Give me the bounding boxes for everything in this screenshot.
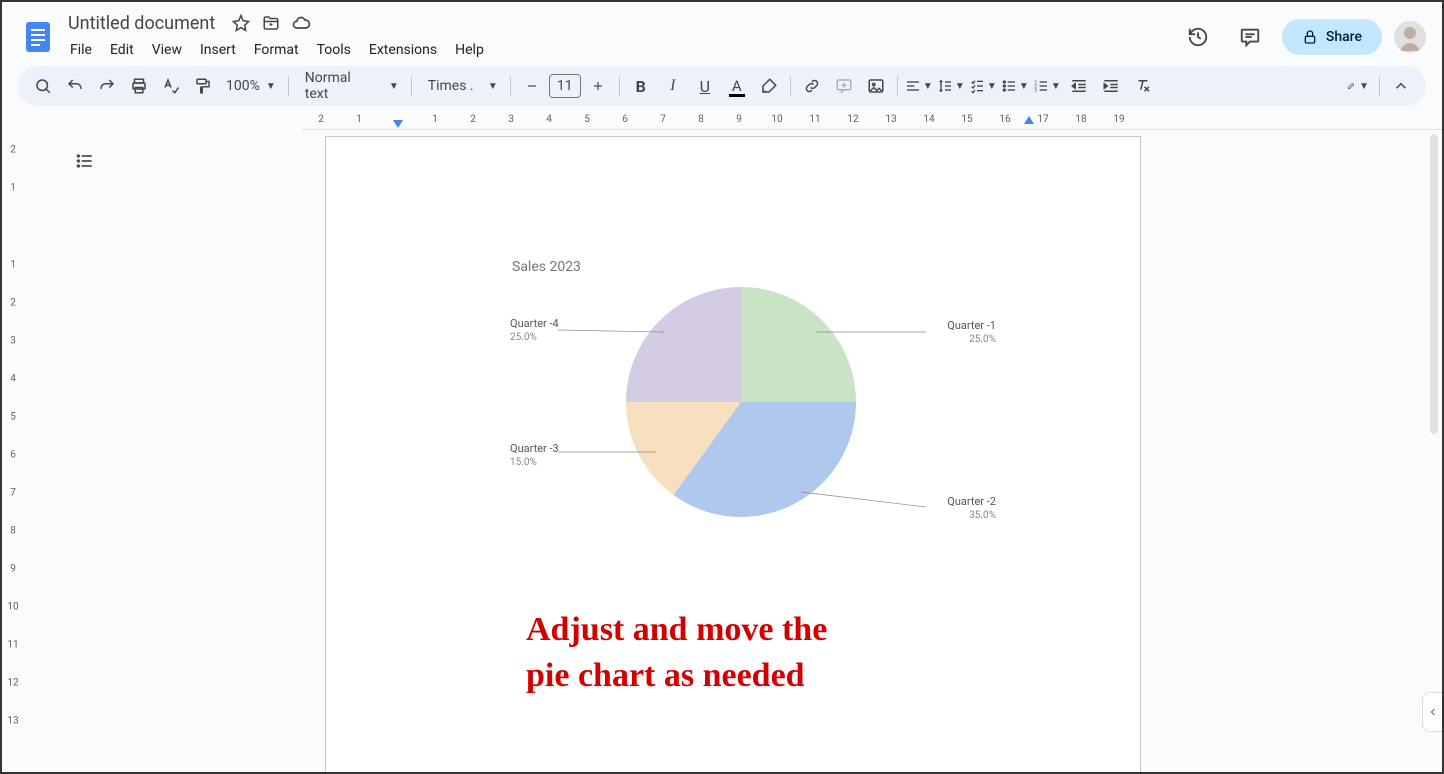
print-icon[interactable]: [124, 71, 154, 101]
underline-icon[interactable]: U: [690, 71, 720, 101]
share-button[interactable]: Share: [1282, 19, 1382, 55]
caret-down-icon: ▼: [488, 81, 498, 92]
slice-label-q4: Quarter -4 25.0%: [510, 317, 559, 344]
menu-tools[interactable]: Tools: [309, 38, 359, 62]
slice-label-q1: Quarter -1 25.0%: [947, 319, 996, 346]
italic-icon[interactable]: I: [658, 71, 688, 101]
paragraph-style-select[interactable]: Normal text▼: [295, 70, 405, 102]
collapse-toolbar-icon[interactable]: [1386, 71, 1416, 101]
docs-logo[interactable]: [18, 17, 58, 57]
menu-extensions[interactable]: Extensions: [361, 38, 445, 62]
pie-chart[interactable]: Sales 2023: [446, 259, 1006, 547]
menu-edit[interactable]: Edit: [102, 38, 142, 62]
highlight-color-icon[interactable]: [754, 71, 784, 101]
comments-icon[interactable]: [1230, 17, 1270, 57]
handwritten-annotation: Adjust and move the pie chart as needed: [526, 607, 827, 699]
font-size-input[interactable]: 11: [549, 74, 581, 98]
separator: [288, 76, 289, 96]
separator: [1379, 76, 1380, 96]
checklist-icon[interactable]: ▼: [968, 71, 998, 101]
caret-down-icon: ▼: [266, 81, 276, 92]
clear-formatting-icon[interactable]: [1128, 71, 1158, 101]
caret-down-icon: ▼: [1359, 81, 1369, 92]
decrease-indent-icon[interactable]: [1064, 71, 1094, 101]
separator: [510, 76, 511, 96]
caret-down-icon: ▼: [1019, 81, 1029, 92]
spellcheck-icon[interactable]: [156, 71, 186, 101]
horizontal-ruler[interactable]: 2112345678910111213141516171819: [302, 114, 1442, 130]
slice-label-q3: Quarter -3 15.0%: [510, 442, 559, 469]
move-icon[interactable]: [261, 13, 281, 33]
menu-format[interactable]: Format: [246, 38, 307, 62]
bold-icon[interactable]: B: [626, 71, 656, 101]
caret-down-icon: ▼: [923, 81, 933, 92]
paint-format-icon[interactable]: [188, 71, 218, 101]
chart-title: Sales 2023: [512, 259, 1006, 275]
increase-indent-icon[interactable]: [1096, 71, 1126, 101]
editing-mode-icon[interactable]: ▼: [1343, 71, 1373, 101]
menu-file[interactable]: File: [62, 38, 100, 62]
pie-svg: [626, 287, 856, 517]
undo-icon[interactable]: [60, 71, 90, 101]
separator: [790, 76, 791, 96]
caret-down-icon: ▼: [955, 81, 965, 92]
insert-link-icon[interactable]: [797, 71, 827, 101]
document-outline-icon[interactable]: [70, 146, 100, 176]
text-color-icon[interactable]: A: [722, 71, 752, 101]
star-icon[interactable]: [231, 13, 251, 33]
vertical-ruler[interactable]: 2112345678910111213: [2, 130, 24, 772]
redo-icon[interactable]: [92, 71, 122, 101]
numbered-list-icon[interactable]: 123▼: [1032, 71, 1062, 101]
lock-icon: [1302, 29, 1318, 45]
slice-label-q2: Quarter -2 35.0%: [947, 495, 996, 522]
bulleted-list-icon[interactable]: ▼: [1000, 71, 1030, 101]
menu-bar: File Edit View Insert Format Tools Exten…: [62, 36, 1178, 64]
increase-font-icon[interactable]: [583, 71, 613, 101]
account-avatar[interactable]: [1394, 21, 1426, 53]
share-label: Share: [1326, 29, 1362, 45]
insert-image-icon[interactable]: [861, 71, 891, 101]
side-panel-toggle[interactable]: [1422, 692, 1442, 732]
separator: [411, 76, 412, 96]
menu-help[interactable]: Help: [447, 38, 492, 62]
separator: [897, 76, 898, 96]
caret-down-icon: ▼: [389, 81, 399, 92]
line-spacing-icon[interactable]: ▼: [936, 71, 966, 101]
svg-text:3: 3: [1034, 87, 1037, 93]
zoom-select[interactable]: 100%▼: [220, 78, 282, 94]
add-comment-icon[interactable]: [829, 71, 859, 101]
caret-down-icon: ▼: [987, 81, 997, 92]
document-title[interactable]: Untitled document: [62, 11, 221, 36]
separator: [619, 76, 620, 96]
toolbar: 100%▼ Normal text▼ Times …▼ 11 B I U A ▼…: [18, 66, 1426, 106]
document-page[interactable]: Sales 2023: [325, 136, 1141, 772]
menu-insert[interactable]: Insert: [192, 38, 244, 62]
decrease-font-icon[interactable]: [517, 71, 547, 101]
font-select[interactable]: Times …▼: [418, 78, 504, 94]
scrollbar[interactable]: [1430, 134, 1438, 434]
menu-view[interactable]: View: [144, 38, 190, 62]
history-icon[interactable]: [1178, 17, 1218, 57]
caret-down-icon: ▼: [1051, 81, 1061, 92]
align-icon[interactable]: ▼: [904, 71, 934, 101]
cloud-status-icon[interactable]: [291, 13, 311, 33]
search-menus-icon[interactable]: [28, 71, 58, 101]
